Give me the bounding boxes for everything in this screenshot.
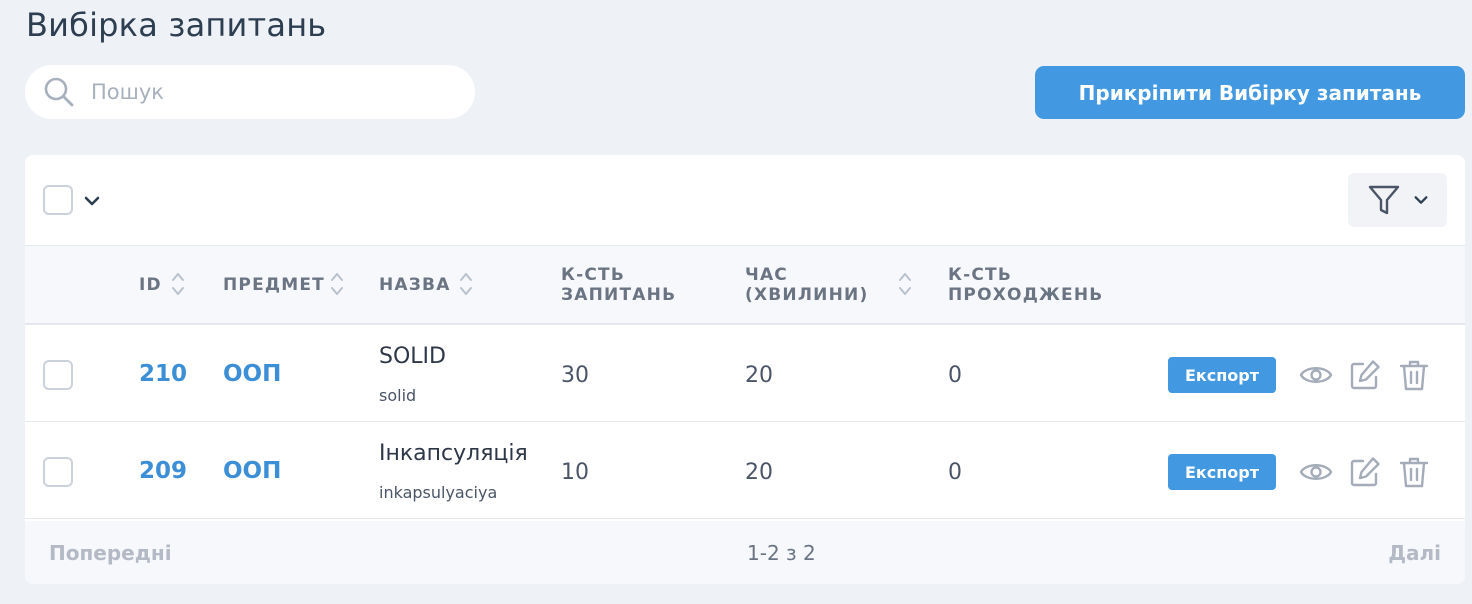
header-id[interactable]: ID	[139, 275, 162, 295]
header-time-line2: (хвилини)	[745, 285, 869, 305]
sort-icon[interactable]	[898, 271, 912, 297]
table-row: 209 ООП Інкапсуляція inkapsulyaciya 10 2…	[25, 423, 1465, 519]
table-row: 210 ООП SOLID solid 30 20 0 Експорт	[25, 326, 1465, 422]
header-questions-count-line2: запитань	[561, 285, 677, 305]
selections-table-card: ID Предмет Назва К-сть запитань Час (хви…	[25, 155, 1465, 584]
row-slug: solid	[379, 386, 417, 405]
table-header: ID Предмет Назва К-сть запитань Час (хви…	[25, 245, 1465, 325]
select-all-checkbox[interactable]	[43, 185, 73, 215]
header-name[interactable]: Назва	[379, 275, 451, 295]
chevron-down-icon[interactable]	[83, 192, 101, 210]
chevron-down-icon	[1414, 196, 1427, 204]
header-passes: К-сть проходжень	[948, 265, 1103, 305]
prev-page-button[interactable]: Попередні	[49, 541, 172, 565]
search-icon	[44, 77, 74, 107]
filter-button[interactable]	[1348, 173, 1447, 227]
row-subject-link[interactable]: ООП	[223, 458, 281, 484]
trash-icon[interactable]	[1397, 455, 1431, 489]
row-checkbox[interactable]	[43, 457, 73, 487]
export-button[interactable]: Експорт	[1168, 454, 1276, 490]
header-subject[interactable]: Предмет	[223, 275, 325, 295]
row-passes: 0	[948, 363, 962, 388]
header-questions-count: К-сть запитань	[561, 265, 676, 305]
header-time-line1: Час	[745, 265, 788, 285]
pagination: Попередні 1-2 з 2 Далі	[25, 521, 1465, 584]
header-time[interactable]: Час (хвилини)	[745, 265, 868, 305]
eye-icon[interactable]	[1299, 455, 1333, 489]
eye-icon[interactable]	[1299, 358, 1333, 392]
row-checkbox[interactable]	[43, 360, 73, 390]
row-id-link[interactable]: 210	[139, 361, 187, 387]
page-info: 1-2 з 2	[747, 541, 816, 565]
row-subject-link[interactable]: ООП	[223, 361, 281, 387]
filter-icon	[1368, 185, 1399, 215]
sort-icon[interactable]	[459, 271, 473, 297]
trash-icon[interactable]	[1397, 358, 1431, 392]
row-minutes: 20	[745, 460, 773, 485]
row-name: SOLID	[379, 344, 446, 369]
table-toolbar	[25, 155, 1465, 245]
attach-selection-button[interactable]: Прикріпити Вибірку запитань	[1035, 66, 1465, 119]
row-questions-count: 10	[561, 460, 589, 485]
search-input[interactable]	[91, 80, 451, 104]
search-bar[interactable]	[25, 65, 475, 119]
export-button[interactable]: Експорт	[1168, 357, 1276, 393]
row-id-link[interactable]: 209	[139, 458, 187, 484]
page-title: Вибірка запитань	[26, 6, 327, 44]
header-passes-line2: проходжень	[948, 285, 1104, 305]
sort-icon[interactable]	[330, 271, 344, 297]
next-page-button[interactable]: Далі	[1388, 541, 1441, 565]
row-name: Інкапсуляція	[379, 441, 528, 466]
edit-icon[interactable]	[1348, 455, 1382, 489]
row-minutes: 20	[745, 363, 773, 388]
header-passes-line1: К-сть	[948, 265, 1012, 285]
row-questions-count: 30	[561, 363, 589, 388]
row-passes: 0	[948, 460, 962, 485]
header-questions-count-line1: К-сть	[561, 265, 625, 285]
edit-icon[interactable]	[1348, 358, 1382, 392]
sort-icon[interactable]	[171, 271, 185, 297]
row-slug: inkapsulyaciya	[379, 483, 498, 502]
